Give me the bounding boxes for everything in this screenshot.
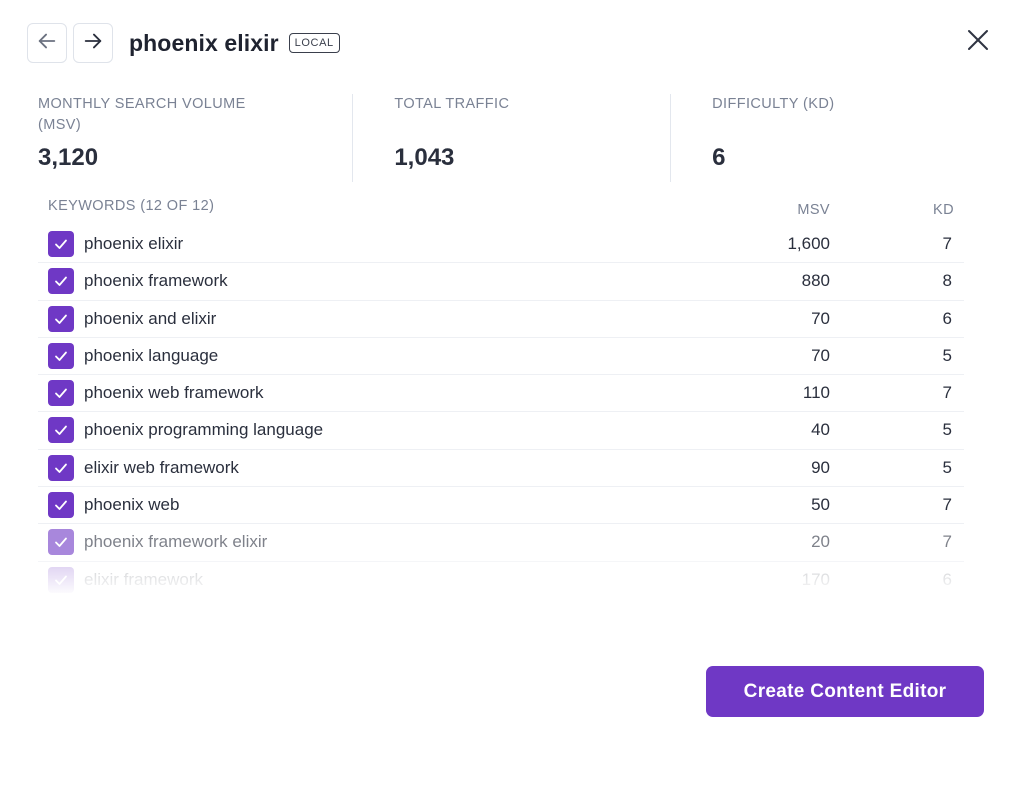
- keyword-text: phoenix elixir: [84, 234, 184, 253]
- keyword-text: phoenix web: [84, 495, 180, 515]
- keyword-row[interactable]: phoenix programming language 40 5: [38, 412, 964, 450]
- keyword-text: phoenix and elixir: [84, 308, 217, 328]
- keyword-text: phoenix framework: [84, 271, 228, 291]
- keyword-row[interactable]: phoenix web 50 7: [38, 487, 964, 525]
- keyword-msv: 70: [811, 308, 830, 328]
- checkmark-icon: [53, 460, 69, 476]
- keywords-scroll-area[interactable]: phoenix elixir 1,600 7 phoenix framework 880…: [0, 0, 1024, 600]
- keyword-checkbox[interactable]: [48, 380, 74, 407]
- keyword-row[interactable]: phoenix language 70 5: [38, 338, 964, 376]
- keyword-kd: 8: [942, 271, 952, 291]
- keyword-kd: 6: [942, 308, 952, 328]
- keyword-row[interactable]: phoenix elixir 1,600 7: [38, 226, 964, 264]
- keyword-checkbox[interactable]: [48, 454, 74, 481]
- keyword-kd: 6: [942, 569, 952, 589]
- keyword-checkbox[interactable]: [48, 417, 74, 444]
- keyword-kd: 7: [942, 532, 952, 552]
- keyword-text: phoenix web framework: [84, 383, 264, 403]
- keyword-text: elixir framework: [84, 569, 204, 589]
- checkmark-icon: [53, 534, 69, 550]
- keyword-msv: 1,600: [787, 234, 830, 253]
- checkmark-icon: [53, 497, 69, 513]
- keyword-kd: 7: [942, 383, 952, 403]
- checkmark-icon: [53, 348, 69, 364]
- keyword-text: phoenix framework elixir: [84, 532, 268, 552]
- keyword-kd: 5: [942, 345, 952, 365]
- keyword-msv: 170: [801, 569, 830, 589]
- keyword-kd: 5: [942, 420, 952, 440]
- keyword-msv: 110: [802, 383, 830, 403]
- keyword-details-modal: phoenix elixir LOCAL MONTHLY SEARCH VOLU…: [0, 0, 1024, 795]
- keyword-checkbox[interactable]: [48, 529, 74, 556]
- checkmark-icon: [53, 236, 69, 252]
- checkmark-icon: [53, 385, 69, 401]
- keyword-msv: 880: [801, 271, 830, 291]
- keyword-msv: 90: [811, 457, 830, 477]
- keyword-checkbox[interactable]: [48, 268, 74, 295]
- keyword-row[interactable]: phoenix framework 880 8: [38, 263, 964, 301]
- keyword-checkbox[interactable]: [48, 566, 74, 593]
- keyword-msv: 70: [811, 345, 830, 365]
- keyword-kd: 5: [942, 457, 952, 477]
- keyword-msv: 20: [811, 532, 830, 552]
- keyword-kd: 7: [942, 495, 952, 515]
- keyword-checkbox[interactable]: [48, 342, 74, 369]
- keyword-kd: 7: [942, 234, 952, 253]
- checkmark-icon: [53, 572, 69, 588]
- keyword-row[interactable]: phoenix and elixir 70 6: [38, 301, 964, 338]
- keyword-checkbox[interactable]: [48, 305, 74, 332]
- keyword-row[interactable]: phoenix web framework 110 7: [38, 375, 964, 413]
- keyword-row[interactable]: elixir web framework 90 5: [38, 450, 964, 488]
- keyword-checkbox[interactable]: [48, 492, 74, 519]
- create-content-editor-button[interactable]: Create Content Editor: [706, 666, 984, 717]
- keywords-list: phoenix elixir 1,600 7 phoenix framework 880…: [38, 226, 964, 599]
- keyword-row[interactable]: elixir framework 170 6: [38, 562, 964, 599]
- checkmark-icon: [53, 422, 69, 438]
- keyword-text: phoenix programming language: [84, 420, 324, 440]
- checkmark-icon: [53, 273, 69, 289]
- keyword-msv: 40: [811, 420, 830, 440]
- keyword-text: elixir web framework: [84, 457, 239, 477]
- checkmark-icon: [53, 311, 69, 327]
- keyword-row[interactable]: phoenix framework elixir 20 7: [38, 524, 964, 562]
- keyword-msv: 50: [811, 495, 830, 515]
- keyword-text: phoenix language: [84, 345, 219, 365]
- keyword-checkbox[interactable]: [48, 231, 74, 257]
